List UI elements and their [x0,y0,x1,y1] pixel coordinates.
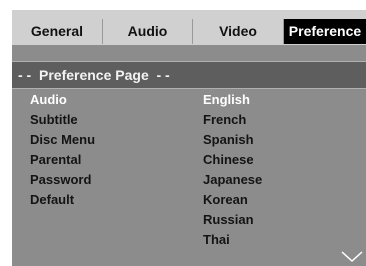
option-english[interactable]: English [203,90,250,110]
option-russian[interactable]: Russian [203,210,254,230]
menu-item-audio[interactable]: Audio [30,90,67,110]
tab-video[interactable]: Video [193,19,284,44]
tab-general[interactable]: General [12,19,103,44]
option-thai[interactable]: Thai [203,230,230,250]
setup-menu-screen: General Audio Video Preference - - Prefe… [12,10,366,266]
menu-item-default[interactable]: Default [30,190,74,210]
menu-item-disc-menu[interactable]: Disc Menu [30,130,95,150]
menu-item-password[interactable]: Password [30,170,91,190]
tab-bar: General Audio Video Preference [12,10,366,45]
option-spanish[interactable]: Spanish [203,130,254,150]
option-french[interactable]: French [203,110,246,130]
chevron-down-icon[interactable] [341,251,363,263]
option-korean[interactable]: Korean [203,190,248,210]
tab-preference[interactable]: Preference [284,19,366,44]
menu-item-parental[interactable]: Parental [30,150,81,170]
page-header-bar: - - Preference Page - - [12,61,366,89]
page-title: - - Preference Page - - [18,67,170,83]
tab-audio[interactable]: Audio [103,19,193,44]
option-japanese[interactable]: Japanese [203,170,262,190]
option-chinese[interactable]: Chinese [203,150,254,170]
menu-item-subtitle[interactable]: Subtitle [30,110,78,130]
